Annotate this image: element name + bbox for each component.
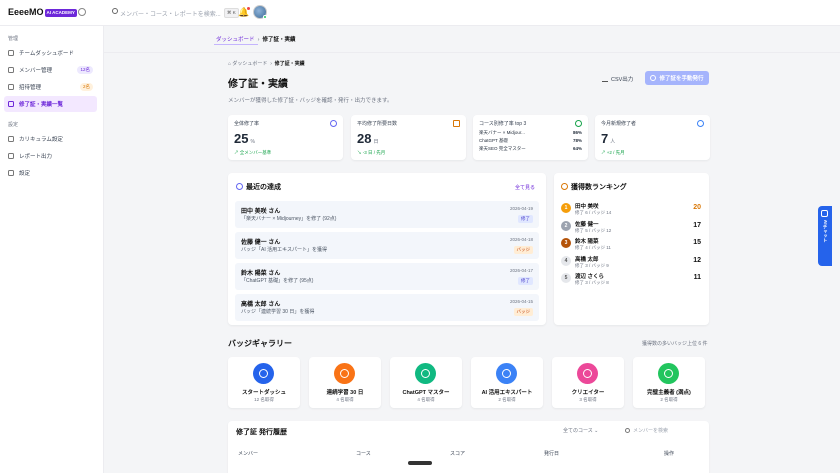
column-header[interactable]: 発行日: [544, 450, 559, 457]
ranking-row[interactable]: 1 田中 美咲 修了 6 / バッジ 14 20: [561, 201, 701, 216]
palette-icon: [577, 363, 598, 384]
badge-card-ai-expert[interactable]: AI 活用エキスパート 2 名取得: [471, 357, 543, 408]
flame-icon: [334, 363, 355, 384]
breadcrumb: ⌂ ダッシュボード › 修了証・実績: [228, 61, 305, 67]
page-description: メンバーが獲得した修了証・バッジを確認・発行・出力できます。: [228, 98, 393, 104]
calendar-icon: [453, 120, 460, 127]
history-title: 修了証 発行履歴: [236, 429, 287, 436]
count-badge: 12名: [77, 66, 93, 74]
sidebar-item-certificates[interactable]: 修了証・実績一覧: [4, 96, 97, 112]
sidebar-item-curriculum[interactable]: カリキュラム設定: [4, 131, 97, 147]
book-icon: [8, 136, 14, 142]
breadcrumb-home[interactable]: ダッシュボード: [216, 37, 255, 43]
sidebar-item-settings[interactable]: 設定: [4, 165, 97, 181]
badge-card-perfectionist[interactable]: 完璧主義者 (満点) 2 名取得: [633, 357, 705, 408]
report-icon: [8, 153, 14, 159]
grid-icon: [8, 50, 14, 56]
main-content: ダッシュボード › 修了証・実績 ⌂ ダッシュボード › 修了証・実績 修了証・…: [104, 26, 840, 473]
users-icon: [8, 67, 14, 73]
chat-icon: [821, 210, 828, 217]
bell-icon[interactable]: 🔔: [238, 7, 251, 18]
see-all-link[interactable]: 全て見る: [515, 184, 535, 191]
status-badge: 修了: [518, 277, 533, 285]
global-search[interactable]: メンバー・コース・レポートを検索... ⌘ K: [112, 7, 248, 19]
stat-card-new-completers: 今月新規修了者 7人 ↗ +2 / 先月: [595, 115, 710, 160]
app-logo[interactable]: EeeeMO AI ACADEMY: [8, 7, 77, 17]
breadcrumb-top: ダッシュボード › 修了証・実績: [214, 37, 296, 45]
search-input[interactable]: メンバー・コース・レポートを検索...: [120, 9, 221, 18]
stat-card-course-top3: コース別修了率 top 3 楽天バナー × Midjour... 86% Chat…: [473, 115, 588, 160]
column-header: 操作: [664, 451, 675, 457]
download-icon: [602, 76, 608, 82]
ranking-row[interactable]: 3 鈴木 陽菜 修了 4 / バッジ 11 15: [561, 236, 701, 251]
csv-export-button[interactable]: CSV出力: [602, 72, 633, 85]
scrollbar[interactable]: [408, 461, 432, 465]
chevron-left-icon: ‹: [822, 220, 828, 222]
course-filter-select[interactable]: 全てのコース ⌄: [563, 427, 598, 434]
ranking-row[interactable]: 5 渡辺 さくら 修了 3 / バッジ 8 11: [561, 271, 701, 286]
column-header[interactable]: コース: [356, 450, 371, 457]
stat-card-avg-days: 平均修了所要日数 28 日 ↘ -3 日 / 先月: [351, 115, 466, 160]
sidebar-item-members[interactable]: メンバー管理 12名: [4, 62, 97, 78]
badge-card-streak[interactable]: 連続学習 30 日4 名取得: [309, 357, 381, 408]
gallery-note: 獲得数の多いバッジ上位 6 件: [642, 341, 708, 347]
status-badge: 修了: [518, 215, 533, 223]
ranking-title: 獲得数ランキング: [571, 184, 627, 191]
list-item[interactable]: 高橋 太郎 さん バッジ「連続学習 30 日」を獲得 2026-04-15 バッジ: [235, 294, 539, 321]
trophy-icon: [561, 183, 568, 190]
count-badge: 2名: [79, 83, 93, 91]
badge-card-start-dash[interactable]: スタートダッシュ 12 名取得: [228, 357, 300, 408]
rocket-icon: [253, 363, 274, 384]
sidebar-item-team-dashboard[interactable]: チームダッシュボード: [4, 45, 97, 61]
history-icon[interactable]: [78, 8, 86, 16]
column-header[interactable]: メンバー: [238, 450, 258, 457]
chart-icon: [330, 120, 337, 127]
chat-icon: [415, 363, 436, 384]
sidebar-section-settings: 設定: [8, 122, 19, 128]
search-icon: [112, 8, 118, 14]
list-item[interactable]: 鈴木 陽菜 さん 「ChatGPT 基礎」を修了 (95点) 2026-04-17…: [235, 263, 539, 290]
avatar[interactable]: [253, 5, 267, 19]
trophy-icon: [8, 101, 14, 107]
list-item[interactable]: 佐藤 健一 さん バッジ「AI 活用エキスパート」を獲得 2026-04-18 バッ…: [235, 232, 539, 259]
recent-title: 最近の達成: [246, 184, 281, 191]
plus-icon: [650, 75, 657, 81]
page-title: 修了証・実績: [228, 79, 288, 90]
brain-icon: [496, 363, 517, 384]
badge-card-chatgpt[interactable]: ChatGPT マスター 4 名取得: [390, 357, 462, 408]
mail-icon: [8, 84, 14, 90]
user-plus-icon: [697, 120, 704, 127]
member-search-input[interactable]: メンバーを検索: [625, 427, 668, 434]
stat-card-completion-rate: 全体修了率 25% ↗ 全メンバー基準: [228, 115, 343, 160]
badge-card-creator[interactable]: クリエイター 3 名取得: [552, 357, 624, 408]
status-badge: バッジ: [513, 308, 533, 316]
sidebar-section-admin: 管理: [8, 36, 19, 42]
ai-chat-tab[interactable]: AIチャット ‹: [818, 206, 832, 266]
ranking-row[interactable]: 2 佐藤 健一 修了 5 / バッジ 12 17: [561, 219, 701, 234]
status-badge: バッジ: [513, 246, 533, 254]
list-item[interactable]: 田中 美咲 さん 「楽天バナー × Midjourney」を修了 (92点) 20…: [235, 201, 539, 228]
gear-icon: [8, 170, 14, 176]
manual-issue-button[interactable]: 修了証を手動発行: [645, 71, 709, 85]
star-icon: [658, 363, 679, 384]
sidebar-item-invites[interactable]: 招待管理 2名: [4, 79, 97, 95]
history-card: 修了証 発行履歴 全てのコース ⌄ メンバーを検索 メンバー コース スコア 発…: [228, 421, 709, 473]
breadcrumb-home[interactable]: ダッシュボード: [232, 61, 267, 67]
search-icon: [625, 428, 630, 434]
top-bar: EeeeMO AI ACADEMY メンバー・コース・レポートを検索... ⌘ K…: [0, 0, 840, 26]
sidebar: 管理 チームダッシュボード メンバー管理 12名 招待管理 2名 修了証・実績一覧 …: [0, 26, 104, 473]
trophy-icon: [575, 120, 582, 127]
sparkle-icon: [236, 183, 243, 190]
column-header[interactable]: スコア: [450, 450, 465, 457]
gallery-title: バッジギャラリー: [228, 339, 292, 348]
sidebar-item-reports[interactable]: レポート出力: [4, 148, 97, 164]
search-shortcut: ⌘ K: [224, 8, 239, 18]
ranking-row[interactable]: 4 高橋 太郎 修了 3 / バッジ 9 12: [561, 254, 701, 269]
